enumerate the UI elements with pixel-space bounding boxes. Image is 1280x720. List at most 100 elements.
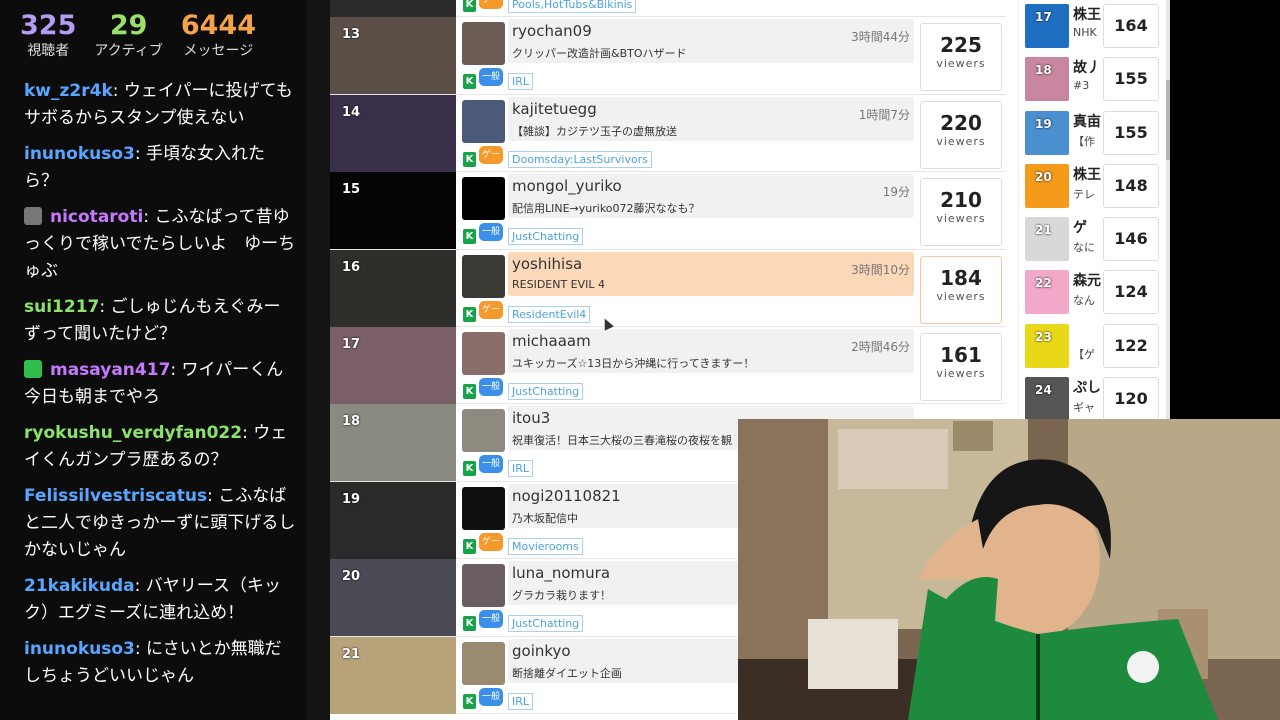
side-thumbnail[interactable]: 24	[1025, 377, 1069, 422]
side-thumbnail[interactable]: 18	[1025, 57, 1069, 102]
stream-row[interactable]: K ゲーム Pools,HotTubs&Bikinis	[330, 0, 1006, 23]
chat-username[interactable]: nicotaroti	[50, 207, 143, 227]
scrollbar-track[interactable]	[1166, 0, 1170, 420]
streamer-avatar[interactable]	[462, 564, 505, 608]
side-subtitle: 【ゲ	[1073, 347, 1095, 361]
streamer-avatar[interactable]	[462, 409, 505, 453]
streamer-avatar[interactable]	[462, 486, 505, 530]
category-tag[interactable]: IRL	[508, 73, 534, 91]
category-tag[interactable]: IRL	[508, 692, 534, 710]
streamer-avatar[interactable]	[462, 22, 505, 66]
streamer-avatar[interactable]	[462, 641, 505, 685]
streamer-name[interactable]: yoshihisa	[512, 255, 582, 273]
side-ranking-row[interactable]: 23 【ゲ 122	[1019, 320, 1164, 373]
chat-username[interactable]: ryokushu_verdyfan022	[24, 423, 242, 443]
stream-duration: 1時間7分	[858, 107, 910, 122]
streamer-avatar[interactable]	[462, 99, 505, 143]
stream-info[interactable]: ryochan09 クリッパー改造計画&BTOハザード 3時間44分	[508, 19, 914, 64]
side-ranking-row[interactable]: 20 株王 テレ 148	[1019, 160, 1164, 213]
side-thumbnail[interactable]: 21	[1025, 217, 1069, 262]
kick-badge-icon: K	[463, 693, 476, 709]
category-tag[interactable]: IRL	[508, 460, 534, 478]
kick-badge-icon: K	[463, 383, 476, 399]
streamer-avatar[interactable]	[462, 331, 505, 375]
streamer-name[interactable]: michaaam	[512, 332, 591, 350]
chat-username[interactable]: masayan417	[50, 360, 170, 380]
side-ranking-row[interactable]: 18 故丿 #3 155	[1019, 53, 1164, 106]
stream-thumbnail[interactable]: 14	[330, 94, 456, 172]
streamer-name[interactable]: mongol_yuriko	[512, 177, 622, 195]
side-subtitle: テレ	[1073, 187, 1095, 201]
category-tag[interactable]: Doomsday:LastSurvivors	[508, 150, 652, 168]
stream-row[interactable]: 16 yoshihisa RESIDENT EVIL 4 3時間10分 K ゲーム Resi…	[330, 249, 1006, 333]
stream-thumbnail[interactable]: 19	[330, 481, 456, 559]
category-tag[interactable]: JustChatting	[508, 382, 584, 400]
chat-username[interactable]: inunokuso3	[24, 639, 135, 659]
stream-screen: 325 視聴者 29 アクティブ 6444 メッセージ kw_z2r4k: ウェイパーに投…	[0, 0, 1280, 720]
streamer-name[interactable]: kajitetuegg	[512, 100, 597, 118]
side-ranking-row[interactable]: 21 ゲなに 146	[1019, 213, 1164, 266]
side-rank: 19	[1035, 116, 1052, 131]
category-tag[interactable]: Movierooms	[508, 537, 583, 555]
category-tag[interactable]: ResidentEvil4	[508, 305, 591, 323]
side-thumbnail[interactable]: 22	[1025, 270, 1069, 315]
viewer-label: viewers	[936, 366, 986, 380]
stream-thumbnail[interactable]: 17	[330, 326, 456, 404]
stream-thumbnail[interactable]: 16	[330, 249, 456, 327]
category-badge: ゲーム	[479, 145, 503, 178]
side-rank: 23	[1035, 329, 1052, 344]
category-tag[interactable]: Pools,HotTubs&Bikinis	[508, 0, 637, 13]
stream-info[interactable]: yoshihisa RESIDENT EVIL 4 3時間10分	[508, 251, 914, 296]
chat-username[interactable]: Felissilvestriscatus	[24, 486, 207, 506]
streamer-avatar[interactable]	[462, 254, 505, 298]
stream-thumbnail[interactable]	[330, 0, 456, 17]
stream-duration: 3時間10分	[851, 262, 910, 277]
side-name: 森元	[1073, 273, 1101, 290]
stream-row[interactable]: 14 kajitetuegg 【雑談】カジテツ玉子の虚無放送 1時間7分 K ゲーム Doo…	[330, 94, 1006, 178]
side-viewer-count: 155	[1103, 57, 1159, 102]
viewer-count: 210	[940, 188, 982, 213]
chat-message: inunokuso3: にさいとか無職だしちょうどいいじゃん	[0, 636, 306, 690]
viewer-label: viewers	[936, 134, 986, 148]
stream-info[interactable]: michaaam ユキッカーズ☆13日から沖縄に行ってきますー！ 2時間46分	[508, 328, 914, 373]
stream-thumbnail[interactable]: 15	[330, 172, 456, 250]
category-badge: 一般	[479, 377, 503, 396]
stream-row[interactable]: 17 michaaam ユキッカーズ☆13日から沖縄に行ってきますー！ 2時間46分 K…	[330, 326, 1006, 405]
chat-username[interactable]: sui1217	[24, 297, 99, 317]
side-ranking-row[interactable]: 17 株王 NHK 164	[1019, 0, 1164, 53]
side-thumbnail[interactable]: 23	[1025, 323, 1069, 368]
chat-username[interactable]: 21kakikuda	[24, 576, 135, 596]
side-viewer-count: 146	[1103, 217, 1159, 262]
viewer-count-box: 210 viewers	[920, 178, 1002, 247]
streamer-name[interactable]: itou3	[512, 409, 550, 427]
stream-title: 【雑談】カジテツ玉子の虚無放送	[512, 124, 677, 138]
stream-row[interactable]: 15 mongol_yuriko 配信用LINE→yuriko072藤沢ななも？ 19…	[330, 172, 1006, 250]
category-tag[interactable]: JustChatting	[508, 615, 584, 633]
kick-badge-icon: K	[463, 229, 476, 245]
streamer-name[interactable]: luna_nomura	[512, 564, 610, 582]
stream-thumbnail[interactable]: 18	[330, 404, 456, 482]
chat-username[interactable]: kw_z2r4k	[24, 81, 113, 101]
streamer-name[interactable]: ryochan09	[512, 22, 592, 40]
side-thumbnail[interactable]: 17	[1025, 4, 1069, 48]
side-thumbnail[interactable]: 20	[1025, 163, 1069, 208]
stream-row[interactable]: 13 ryochan09 クリッパー改造計画&BTOハザード 3時間44分 K 一般 IRL…	[330, 17, 1006, 95]
scrollbar-thumb[interactable]	[1166, 80, 1170, 160]
stream-thumbnail[interactable]: 20	[330, 559, 456, 637]
stream-thumbnail[interactable]: 21	[330, 636, 456, 714]
streamer-name[interactable]: nogi20110821	[512, 487, 621, 505]
stream-info[interactable]: kajitetuegg 【雑談】カジテツ玉子の虚無放送 1時間7分	[508, 96, 914, 141]
side-ranking-row[interactable]: 19 真亩 【作 155	[1019, 107, 1164, 160]
category-tag[interactable]: JustChatting	[508, 228, 584, 246]
side-thumbnail[interactable]: 19	[1025, 110, 1069, 155]
stream-thumbnail[interactable]: 13	[330, 17, 456, 95]
streamer-name[interactable]: goinkyo	[512, 642, 571, 660]
side-ranking-row[interactable]: 22 森元 なん 124	[1019, 266, 1164, 319]
stream-info[interactable]: mongol_yuriko 配信用LINE→yuriko072藤沢ななも？ 19分	[508, 174, 914, 219]
chat-username[interactable]: inunokuso3	[24, 144, 135, 164]
side-rank: 21	[1035, 223, 1052, 238]
streamer-avatar[interactable]	[462, 177, 505, 221]
stream-rank: 16	[342, 259, 361, 275]
category-badge: 一般	[479, 610, 503, 629]
category-badge: 一般	[479, 455, 503, 474]
